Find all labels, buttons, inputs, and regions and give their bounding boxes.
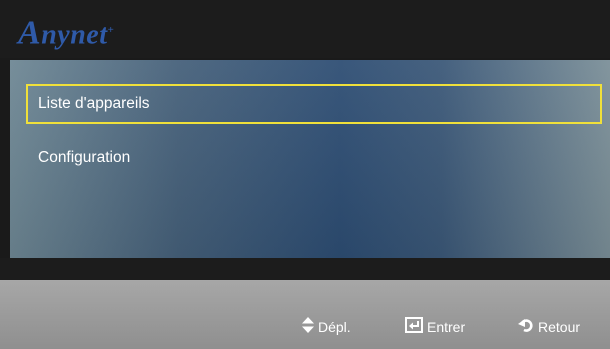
menu-panel: Liste d'appareils Configuration <box>10 60 610 258</box>
header-bar: Anynet+ <box>0 0 610 58</box>
hint-enter: Entrer <box>405 316 465 338</box>
hint-back-label: Retour <box>538 319 581 335</box>
hint-back: Retour <box>518 316 580 338</box>
hint-move-label: Dépl. <box>318 319 351 335</box>
enter-icon <box>405 317 423 339</box>
up-down-arrows-icon <box>302 317 314 339</box>
separator-bar <box>0 258 610 280</box>
menu-item-configuration[interactable]: Configuration <box>26 138 602 178</box>
return-icon <box>518 317 534 339</box>
footer-bar: Dépl. Entrer Retour <box>0 280 610 349</box>
anynet-logo: Anynet+ <box>18 14 115 52</box>
hint-enter-label: Entrer <box>427 319 466 335</box>
hint-move: Dépl. <box>302 316 351 338</box>
menu-item-device-list[interactable]: Liste d'appareils <box>26 84 602 124</box>
